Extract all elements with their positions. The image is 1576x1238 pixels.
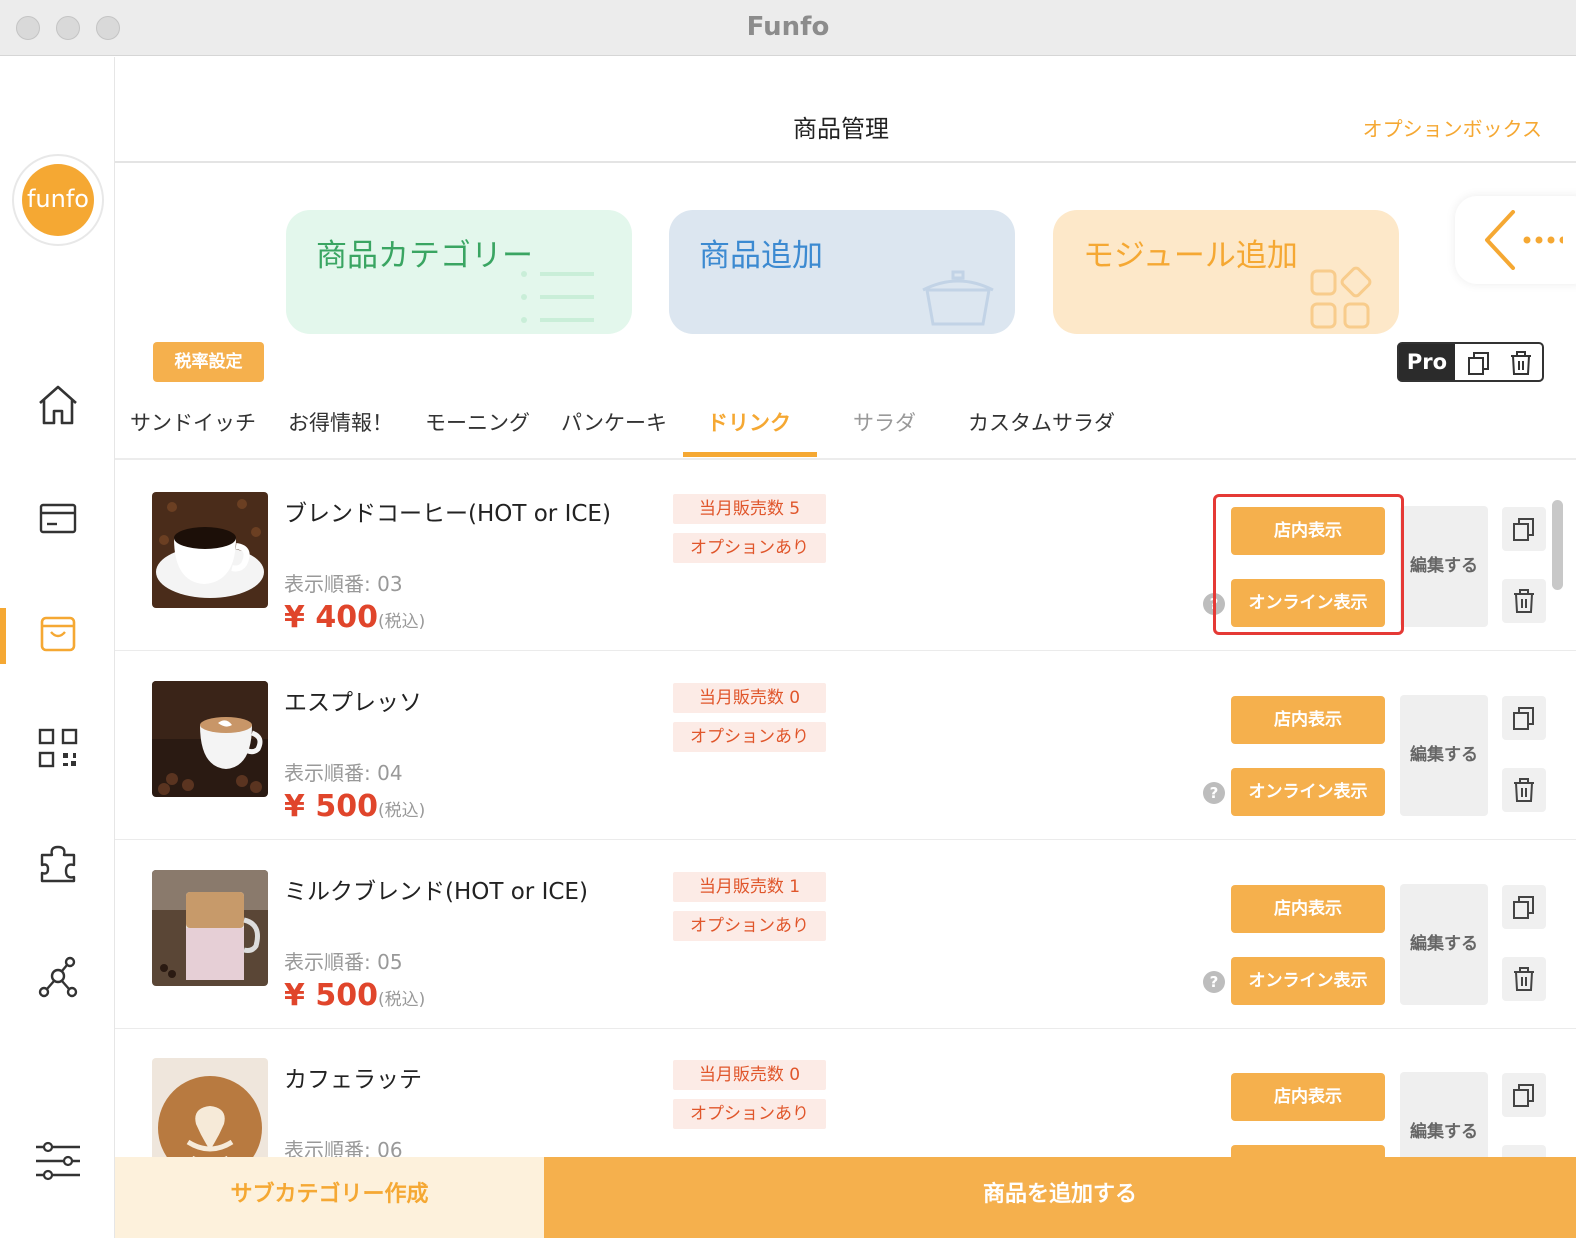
store-display-button[interactable]: 店内表示 [1231,696,1385,744]
shop-bag-icon[interactable] [32,608,84,660]
tab-drink[interactable]: ドリンク [707,407,791,437]
bulk-delete-icon[interactable] [1507,349,1535,377]
display-order: 表示順番: 04 [284,761,403,785]
trash-icon[interactable] [1502,957,1546,1001]
display-order: 表示順番: 05 [284,950,403,974]
add-module-card[interactable]: モジュール追加 [1053,210,1399,334]
pot-icon [922,270,994,326]
price-value: ¥ 500 [284,978,378,1013]
product-image [152,492,268,608]
monthly-sales-badge: 当月販売数 1 [673,872,826,902]
copy-icon[interactable] [1502,507,1546,551]
logo-text: funfo [22,164,94,236]
modules-icon [1310,266,1372,329]
tab-custom-salad[interactable]: カスタムサラダ [968,407,1115,437]
product-category-label: 商品カテゴリー [316,238,533,274]
home-icon[interactable] [32,379,84,431]
help-icon[interactable]: ? [1203,971,1225,993]
list-icon [521,271,594,323]
edit-button[interactable]: 編集する [1400,695,1488,816]
list-scrollbar[interactable] [1552,500,1563,590]
page-title: 商品管理 [793,115,889,143]
network-icon[interactable] [32,952,84,1004]
pro-badge[interactable]: Pro [1399,344,1455,380]
monthly-sales-badge: 当月販売数 0 [673,683,826,713]
app-window: Funfo funfo 商品管理 オプションボックス 商品カテゴリー 商品追加 … [0,0,1576,1238]
arrow-back-icon [1485,210,1563,270]
logo: funfo [12,154,104,246]
tab-pancake[interactable]: パンケーキ [561,407,667,437]
options-badge: オプションあり [673,722,826,752]
options-badge: オプションあり [673,1099,826,1129]
tax-setting-button[interactable]: 税率設定 [153,342,264,382]
page-header: 商品管理 オプションボックス [115,57,1576,163]
product-row[interactable]: エスプレッソ 表示順番: 04 ¥ 500(税込) 当月販売数 0 オプションあ… [115,651,1576,840]
add-product-card[interactable]: 商品追加 [669,210,1015,334]
edit-button[interactable]: 編集する [1400,884,1488,1005]
tab-deals[interactable]: お得情報！ [288,407,393,437]
card-icon[interactable] [32,493,84,545]
product-name: ミルクブレンド(HOT or ICE) [284,879,588,905]
monthly-sales-badge: 当月販売数 0 [673,1060,826,1090]
option-box-link[interactable]: オプションボックス [1363,113,1542,142]
options-badge: オプションあり [673,533,826,563]
tax-included-label: (税込) [377,801,426,821]
online-display-button[interactable]: オンライン表示 [1231,957,1385,1005]
edit-button[interactable]: 編集する [1400,506,1488,627]
tax-included-label: (税込) [377,612,426,632]
product-category-card[interactable]: 商品カテゴリー [286,210,632,334]
options-badge: オプションあり [673,911,826,941]
price-value: ¥ 500 [284,789,378,824]
qr-code-icon[interactable] [32,722,84,774]
add-module-label: モジュール追加 [1083,238,1298,274]
display-order: 表示順番: 03 [284,572,403,596]
online-display-button[interactable]: オンライン表示 [1231,768,1385,816]
window-title: Funfo [746,12,830,42]
highlight-box [1213,494,1404,635]
product-price: ¥ 500(税込) [284,789,425,824]
trash-icon[interactable] [1502,768,1546,812]
store-display-button[interactable]: 店内表示 [1231,1073,1385,1121]
product-price: ¥ 400(税込) [284,600,425,635]
copy-icon[interactable] [1502,696,1546,740]
copy-icon[interactable] [1502,885,1546,929]
title-bar: Funfo [0,0,1576,56]
product-image [152,870,268,986]
tab-sandwich[interactable]: サンドイッチ [130,407,256,437]
help-icon[interactable]: ? [1203,782,1225,804]
active-nav-indicator [0,608,6,664]
price-value: ¥ 400 [284,600,378,635]
pro-toolbar: Pro [1397,342,1544,382]
product-name: エスプレッソ [284,690,422,716]
store-display-button[interactable]: 店内表示 [1231,885,1385,933]
add-product-button[interactable]: 商品を追加する [544,1157,1576,1238]
puzzle-icon[interactable] [32,837,84,889]
product-image [152,681,268,797]
collapse-panel-button[interactable] [1455,196,1576,284]
sidebar: funfo [0,57,115,1238]
product-name: ブレンドコーヒー(HOT or ICE) [284,501,611,527]
monthly-sales-badge: 当月販売数 5 [673,494,826,524]
category-tabs: サンドイッチ お得情報！ モーニング パンケーキ ドリンク サラダ カスタムサラ… [115,392,1576,460]
bulk-copy-icon[interactable] [1465,349,1493,377]
product-name: カフェラッテ [284,1067,422,1093]
sliders-icon[interactable] [32,1135,84,1187]
product-row[interactable]: ミルクブレンド(HOT or ICE) 表示順番: 05 ¥ 500(税込) 当… [115,840,1576,1029]
tab-salad[interactable]: サラダ [853,407,916,437]
tab-morning[interactable]: モーニング [425,407,530,437]
add-product-label: 商品追加 [699,238,823,274]
trash-icon[interactable] [1502,579,1546,623]
product-price: ¥ 500(税込) [284,978,425,1013]
copy-icon[interactable] [1502,1073,1546,1117]
tax-included-label: (税込) [377,990,426,1010]
active-tab-underline [683,452,817,457]
create-subcategory-button[interactable]: サブカテゴリー作成 [115,1157,544,1238]
